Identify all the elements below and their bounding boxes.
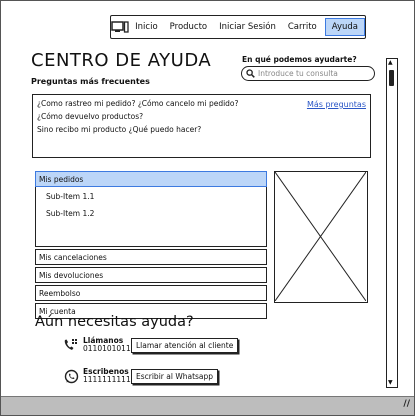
scroll-thumb[interactable]	[389, 70, 394, 86]
search-placeholder: Introduce tu consulta	[258, 69, 338, 78]
search-label: En qué podemos ayudarte?	[242, 55, 357, 64]
whatsapp-button[interactable]: Escribir al Whatsapp	[131, 368, 219, 384]
nav-producto[interactable]: Producto	[164, 22, 213, 32]
phone-icon	[63, 337, 79, 353]
page-title: CENTRO DE AYUDA	[31, 50, 212, 71]
image-placeholder	[274, 171, 368, 303]
menu-item-mis-pedidos[interactable]: Mis pedidos	[35, 171, 267, 187]
menu-item-mis-cancelaciones[interactable]: Mis cancelaciones	[35, 249, 267, 265]
whatsapp-icon	[63, 368, 79, 384]
phone-contact-row: Llámanos 011010101101 Llamar atención al…	[63, 337, 239, 353]
search-input[interactable]: Introduce tu consulta	[241, 66, 375, 81]
help-menu: Mis pedidos Sub-Item 1.1 Sub-Item 1.2 Mi…	[35, 171, 267, 321]
whatsapp-contact-row: Escribenos 1111111111 Escribir al Whatsa…	[63, 368, 219, 384]
nav-carrito[interactable]: Carrito	[282, 22, 323, 32]
whatsapp-contact-text: Escribenos 1111111111	[83, 368, 131, 384]
search-icon	[246, 69, 255, 78]
nav-inicio[interactable]: Inicio	[129, 22, 164, 32]
faq-line[interactable]: ¿Cómo devuelvo productos?	[37, 110, 366, 123]
scroll-down-icon[interactable]: ▼	[388, 380, 393, 386]
submenu: Sub-Item 1.1 Sub-Item 1.2	[35, 187, 267, 247]
call-support-button[interactable]: Llamar atención al cliente	[131, 337, 239, 353]
whatsapp-number: 1111111111	[83, 375, 131, 384]
menu-item-reembolso[interactable]: Reembolso	[35, 285, 267, 301]
submenu-item[interactable]: Sub-Item 1.2	[46, 209, 266, 226]
resize-grip-icon[interactable]: //	[403, 399, 410, 409]
top-navbar: Inicio Producto Iniciar Sesión Carrito A…	[110, 15, 366, 39]
faq-line[interactable]: Sino recibo mi producto ¿Qué puedo hacer…	[37, 123, 366, 136]
phone-contact-text: Llámanos 011010101101	[83, 337, 140, 353]
more-questions-link[interactable]: Más preguntas	[307, 98, 366, 111]
scroll-up-icon[interactable]: ▲	[388, 60, 393, 66]
status-bar: //	[1, 396, 414, 415]
contact-title: Aún necesitas ayuda?	[35, 314, 194, 330]
computer-icon	[111, 21, 129, 33]
submenu-item[interactable]: Sub-Item 1.1	[46, 192, 266, 209]
nav-iniciar-sesion[interactable]: Iniciar Sesión	[213, 22, 282, 32]
page-subtitle: Preguntas más frecuentes	[31, 77, 150, 86]
nav-ayuda[interactable]: Ayuda	[324, 18, 365, 36]
faq-box: ¿Como rastreo mi pedido? ¿Cómo cancelo m…	[32, 94, 371, 158]
menu-item-mis-devoluciones[interactable]: Mis devoluciones	[35, 267, 267, 283]
vertical-scrollbar[interactable]: ▲ ▼	[386, 58, 398, 388]
